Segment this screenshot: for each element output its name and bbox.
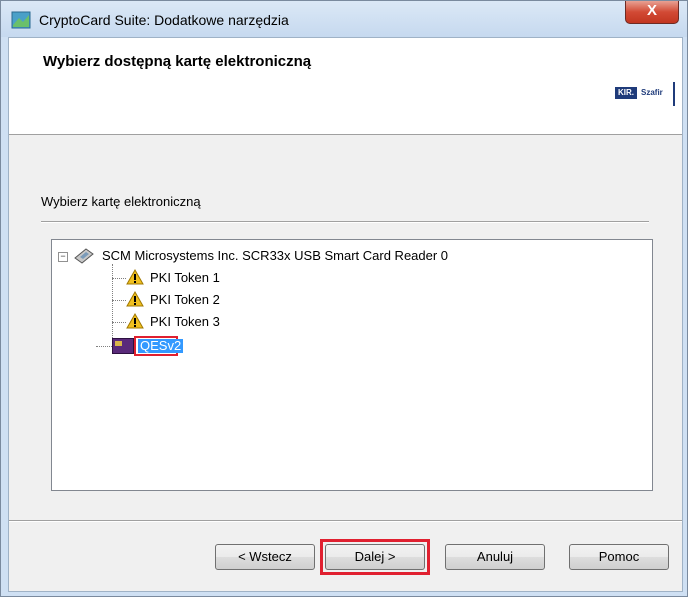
dialog-client: Wybierz dostępną kartę elektroniczną KIR… [8,37,683,592]
app-icon [11,11,31,29]
page-title: Wybierz dostępną kartę elektroniczną [43,53,312,70]
reader-node[interactable]: SCM Microsystems Inc. SCR33x USB Smart C… [102,248,448,263]
warning-icon [126,313,144,329]
close-button[interactable]: X [625,1,679,24]
tree-item-pki-token-3[interactable]: PKI Token 3 [150,314,220,329]
next-button[interactable]: Dalej > [325,544,425,570]
divider [41,221,649,223]
smart-card-icon [112,338,134,354]
cancel-button[interactable]: Anuluj [445,544,545,570]
kir-szafir-logo: KIR. Szafir [615,82,677,106]
warning-icon [126,269,144,285]
tree-item-qesv2-label: QESv2 [138,338,184,353]
collapse-icon[interactable]: − [58,252,68,262]
help-button[interactable]: Pomoc [569,544,669,570]
tree-item-pki-token-2[interactable]: PKI Token 2 [150,292,220,307]
title-bar[interactable]: CryptoCard Suite: Dodatkowe narzędzia X [1,1,687,37]
card-reader-icon [74,248,94,264]
wizard-header: Wybierz dostępną kartę elektroniczną KIR… [9,38,682,135]
card-tree[interactable]: − SCM Microsystems Inc. SCR33x USB Smart… [51,239,653,491]
tree-item-pki-token-1[interactable]: PKI Token 1 [150,270,220,285]
window-title: CryptoCard Suite: Dodatkowe narzędzia [39,12,289,28]
footer-divider [9,520,682,522]
back-button[interactable]: < Wstecz [215,544,315,570]
szafir-logo: Szafir [641,88,663,97]
dialog-window: CryptoCard Suite: Dodatkowe narzędzia X … [0,0,688,597]
tree-item-qesv2[interactable]: QESv2 [134,336,184,356]
kir-logo: KIR. [615,87,637,99]
warning-icon [126,291,144,307]
section-label: Wybierz kartę elektroniczną [41,194,201,209]
